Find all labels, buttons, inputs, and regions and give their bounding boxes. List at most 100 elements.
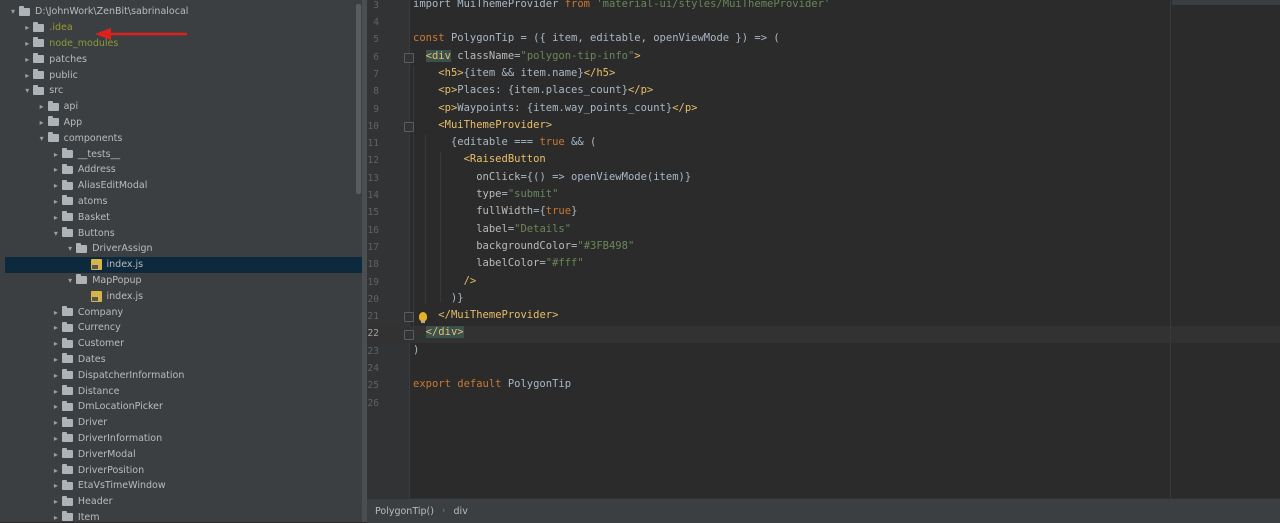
tree-folder-item[interactable]: ▾ Buttons	[5, 225, 362, 241]
code-line[interactable]: </div>	[413, 326, 464, 339]
chevron-right-icon[interactable]: ▸	[50, 513, 62, 522]
tree-folder-item[interactable]: ▸ DriverModal	[5, 446, 362, 462]
chevron-right-icon[interactable]: ▸	[50, 165, 62, 174]
chevron-right-icon[interactable]: ▸	[50, 213, 62, 222]
tree-folder-item[interactable]: ▸ Company	[5, 304, 362, 320]
code-line[interactable]: )	[413, 344, 419, 356]
chevron-right-icon[interactable]: ▸	[50, 497, 62, 506]
chevron-right-icon[interactable]: ▸	[50, 150, 62, 159]
chevron-right-icon[interactable]: ▸	[21, 71, 33, 80]
tree-folder-item[interactable]: ▸ patches	[5, 51, 362, 67]
tree-folder-item[interactable]: ▾ MapPopup	[5, 273, 362, 289]
chevron-right-icon[interactable]: ▸	[21, 39, 33, 48]
chevron-right-icon[interactable]: ▸	[50, 355, 62, 364]
tree-folder-item[interactable]: ▸ Address	[5, 162, 362, 178]
tree-folder-item[interactable]: ▸ DmLocationPicker	[5, 399, 362, 415]
tree-folder-item[interactable]: ▸ public	[5, 67, 362, 83]
code-line[interactable]: onClick={() => openViewMode(item)}	[413, 171, 691, 183]
code-line[interactable]: <p>Waypoints: {item.way_points_count}</p…	[413, 102, 697, 114]
line-number: 10	[367, 120, 379, 132]
code-line[interactable]: </MuiThemeProvider>	[413, 309, 558, 321]
tree-folder-item[interactable]: ▸ DispatcherInformation	[5, 367, 362, 383]
chevron-right-icon[interactable]: ▸	[50, 371, 62, 380]
chevron-down-icon[interactable]: ▾	[64, 244, 76, 253]
code-line[interactable]: labelColor="#fff"	[413, 257, 583, 269]
chevron-right-icon[interactable]: ▸	[50, 197, 62, 206]
code-token: <RaisedButton	[463, 153, 546, 166]
breadcrumb-item-element[interactable]: div	[454, 506, 468, 517]
tree-folder-item[interactable]: ▸ api	[5, 99, 362, 115]
fold-icon[interactable]	[404, 330, 414, 340]
tree-scrollbar[interactable]	[356, 4, 361, 194]
tree-folder-item[interactable]: ▾ D:\JohnWork\ZenBit\sabrinalocal	[5, 4, 362, 20]
fold-icon[interactable]	[404, 122, 414, 132]
chevron-right-icon[interactable]: ▸	[50, 450, 62, 459]
chevron-right-icon[interactable]: ▸	[21, 23, 33, 32]
code-line[interactable]: <h5>{item && item.name}</h5>	[413, 67, 615, 79]
tree-folder-item[interactable]: ▸ EtaVsTimeWindow	[5, 478, 362, 494]
chevron-right-icon[interactable]: ▸	[50, 323, 62, 332]
fold-icon[interactable]	[404, 312, 414, 322]
tree-folder-item[interactable]: ▸ Driver	[5, 415, 362, 431]
tree-folder-item[interactable]: ▾ components	[5, 130, 362, 146]
code-line[interactable]: <RaisedButton	[413, 153, 546, 165]
folder-icon	[61, 511, 73, 522]
fold-icon[interactable]	[404, 53, 414, 63]
tree-folder-item[interactable]: ▸ Item	[5, 510, 362, 522]
tree-folder-item[interactable]: ▾ src	[5, 83, 362, 99]
tree-folder-item[interactable]: ▸ __tests__	[5, 146, 362, 162]
breadcrumb-item-function[interactable]: PolygonTip()	[375, 506, 434, 517]
code-line[interactable]: )}	[413, 292, 464, 304]
tree-folder-item[interactable]: ▸ Header	[5, 494, 362, 510]
tree-folder-item[interactable]: ▸ atoms	[5, 194, 362, 210]
chevron-right-icon[interactable]: ▸	[50, 418, 62, 427]
chevron-right-icon[interactable]: ▸	[50, 434, 62, 443]
code-line[interactable]: const PolygonTip = ({ item, editable, op…	[413, 32, 780, 44]
chevron-right-icon[interactable]: ▸	[36, 102, 48, 111]
chevron-right-icon[interactable]: ▸	[36, 118, 48, 127]
code-line[interactable]: <div className="polygon-tip-info">	[413, 49, 641, 62]
chevron-down-icon[interactable]: ▾	[64, 276, 76, 285]
tree-folder-item[interactable]: ▸ DriverPosition	[5, 462, 362, 478]
chevron-down-icon[interactable]: ▾	[50, 229, 62, 238]
code-line[interactable]: import MuiThemeProvider from 'material-u…	[413, 0, 830, 10]
chevron-right-icon[interactable]: ▸	[50, 181, 62, 190]
tree-folder-item[interactable]: ▸ AliasEditModal	[5, 178, 362, 194]
line-number: 25	[367, 380, 379, 392]
tree-folder-item[interactable]: ▸ DriverInformation	[5, 431, 362, 447]
tree-file-item[interactable]: ▸index.js	[5, 288, 362, 304]
tree-folder-item[interactable]: ▸ Dates	[5, 352, 362, 368]
chevron-right-icon[interactable]: ▸	[50, 481, 62, 490]
project-tree[interactable]: ▾ D:\JohnWork\ZenBit\sabrinalocal ▸ .idea ▸ n…	[5, 0, 362, 522]
code-line[interactable]: />	[413, 275, 477, 287]
code-line[interactable]: <p>Places: {item.places_count}</p>	[413, 84, 653, 96]
folder-icon	[33, 69, 45, 80]
chevron-down-icon[interactable]: ▾	[36, 134, 48, 143]
chevron-right-icon[interactable]: ▸	[50, 308, 62, 317]
code-line[interactable]: <MuiThemeProvider>	[413, 119, 552, 131]
chevron-right-icon[interactable]: ▸	[21, 55, 33, 64]
code-line[interactable]: type="submit"	[413, 188, 558, 200]
chevron-right-icon[interactable]: ▸	[50, 387, 62, 396]
code-line[interactable]: fullWidth={true}	[413, 205, 577, 217]
tree-folder-item[interactable]: ▸ Distance	[5, 383, 362, 399]
tree-folder-item[interactable]: ▸ Basket	[5, 209, 362, 225]
chevron-right-icon[interactable]: ▸	[50, 339, 62, 348]
code-line[interactable]: export default PolygonTip	[413, 378, 571, 390]
lightbulb-icon[interactable]	[419, 312, 427, 323]
chevron-down-icon[interactable]: ▾	[7, 7, 19, 16]
tree-folder-item[interactable]: ▸ Customer	[5, 336, 362, 352]
chevron-right-icon[interactable]: ▸	[50, 402, 62, 411]
chevron-right-icon[interactable]: ▸	[50, 466, 62, 475]
code-line[interactable]: backgroundColor="#3FB498"	[413, 240, 634, 252]
code-line[interactable]: label="Details"	[413, 223, 571, 235]
tree-folder-item[interactable]: ▸ App	[5, 115, 362, 131]
tree-folder-item[interactable]: ▸ Currency	[5, 320, 362, 336]
chevron-down-icon[interactable]: ▾	[21, 86, 33, 95]
tree-folder-item[interactable]: ▾ DriverAssign	[5, 241, 362, 257]
folder-icon	[61, 432, 73, 443]
code-line[interactable]: {editable === true && (	[413, 136, 596, 148]
tree-file-item[interactable]: ▸index.js	[5, 256, 362, 273]
